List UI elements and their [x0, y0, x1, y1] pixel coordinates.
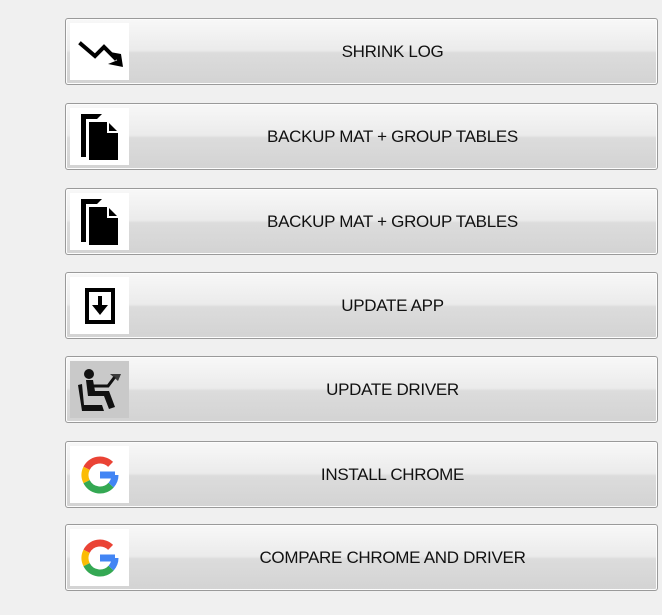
shrink-log-label: SHRINK LOG: [341, 41, 444, 61]
install-chrome-button[interactable]: INSTALL CHROME: [65, 441, 658, 508]
compare-chrome-and-driver-label: COMPARE CHROME AND DRIVER: [259, 547, 526, 567]
driver-icon: [70, 361, 129, 418]
google-icon: [70, 446, 129, 503]
trend-down-icon: [70, 23, 129, 80]
copy-icon: [70, 193, 129, 250]
install-chrome-label: INSTALL CHROME: [320, 464, 465, 484]
update-app-button[interactable]: UPDATE APP: [65, 272, 658, 339]
download-icon: [70, 277, 129, 334]
update-driver-button[interactable]: UPDATE DRIVER: [65, 356, 658, 423]
button-panel: SHRINK LOG BACKUP MAT + GROUP TABLES BAC…: [0, 0, 662, 615]
backup-tables-label: BACKUP MAT + GROUP TABLES: [267, 211, 518, 231]
update-app-label: UPDATE APP: [341, 295, 444, 315]
google-icon: [70, 529, 129, 586]
backup-mat-group-tables-button-2[interactable]: BACKUP MAT + GROUP TABLES: [65, 188, 658, 255]
backup-mat-group-tables-button[interactable]: BACKUP MAT + GROUP TABLES: [65, 103, 658, 170]
copy-icon: [70, 108, 129, 165]
backup-tables-label: BACKUP MAT + GROUP TABLES: [267, 126, 518, 146]
update-driver-label: UPDATE DRIVER: [326, 379, 459, 399]
compare-chrome-and-driver-button[interactable]: COMPARE CHROME AND DRIVER: [65, 524, 658, 591]
shrink-log-button[interactable]: SHRINK LOG: [65, 18, 658, 85]
